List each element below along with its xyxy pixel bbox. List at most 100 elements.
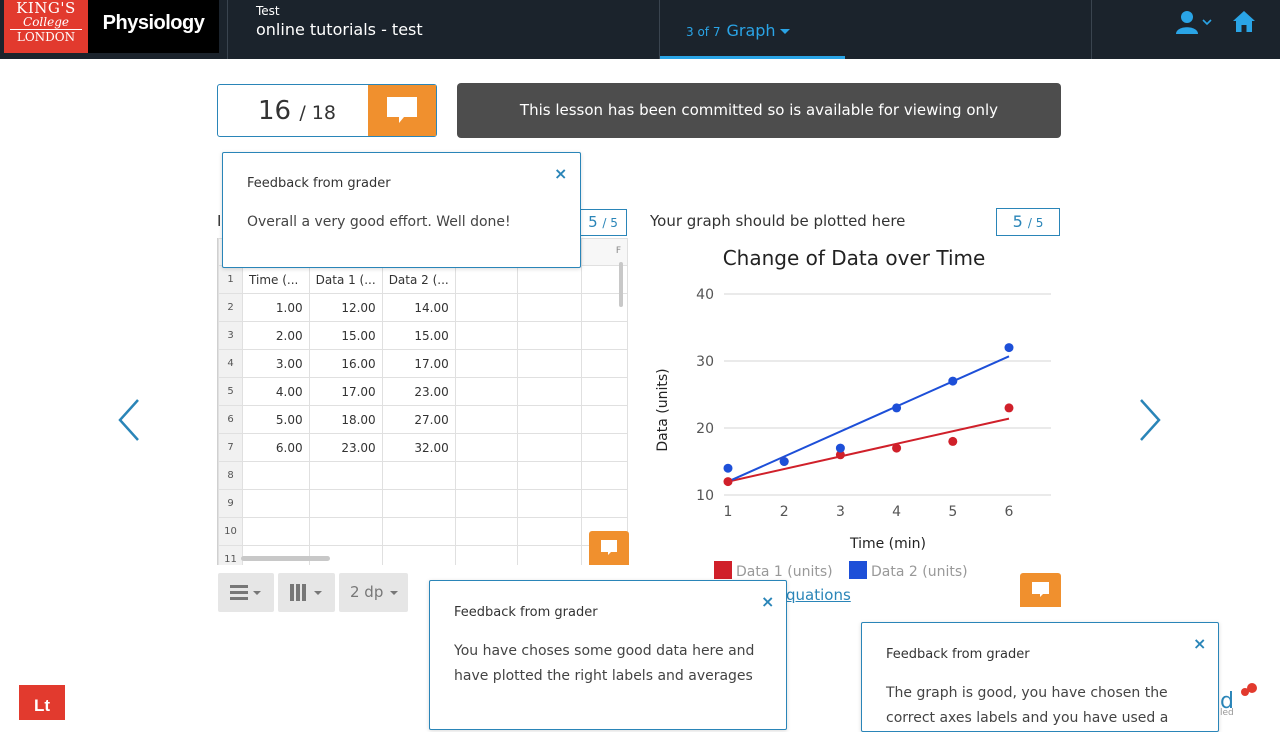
chart-grid <box>724 293 1051 496</box>
table-row: 8 <box>218 461 628 490</box>
cell[interactable]: 3.00 <box>242 349 310 378</box>
lesson-dropdown[interactable]: 3 of 7 Graph <box>686 21 790 40</box>
cell[interactable] <box>517 433 582 462</box>
cell[interactable]: 15.00 <box>308 321 383 350</box>
data-point <box>779 457 789 466</box>
cell[interactable] <box>454 405 519 434</box>
cell[interactable] <box>580 349 628 378</box>
cell[interactable] <box>454 517 519 546</box>
cell[interactable] <box>580 489 628 518</box>
cell[interactable]: 12.00 <box>308 293 383 322</box>
previous-slide-button[interactable] <box>116 398 142 442</box>
cell[interactable] <box>454 349 519 378</box>
cell[interactable]: 6.00 <box>242 433 310 462</box>
cell[interactable] <box>517 489 582 518</box>
cell[interactable] <box>517 265 582 294</box>
cell[interactable] <box>454 377 519 406</box>
feedback-body: Overall a very good effort. Well done! <box>247 214 511 230</box>
cell[interactable] <box>454 461 519 490</box>
cell[interactable] <box>242 489 310 518</box>
chart-title: Change of Data over Time <box>723 246 986 270</box>
cell[interactable]: 14.00 <box>381 293 456 322</box>
overall-feedback-button[interactable] <box>368 85 436 136</box>
home-button[interactable] <box>1231 9 1257 35</box>
cell[interactable] <box>381 517 456 546</box>
cell[interactable] <box>517 405 582 434</box>
data-point <box>948 436 958 446</box>
cell[interactable] <box>454 489 519 518</box>
legend-swatch <box>849 561 867 579</box>
decimal-places-dropdown[interactable]: 2 dp <box>339 573 408 612</box>
horizontal-scrollbar[interactable] <box>241 556 330 561</box>
cell[interactable]: 17.00 <box>381 349 456 378</box>
columns-menu-button[interactable] <box>278 573 335 612</box>
cell[interactable]: 23.00 <box>308 433 383 462</box>
cell[interactable]: 4.00 <box>242 377 310 406</box>
row-number: 6 <box>218 405 244 434</box>
table-row: 6 5.00 18.00 27.00 <box>218 405 628 434</box>
cell[interactable] <box>242 517 310 546</box>
cell[interactable] <box>580 433 628 462</box>
cell[interactable] <box>308 461 383 490</box>
cell[interactable] <box>242 461 310 490</box>
data-point <box>835 443 845 453</box>
header-cell[interactable]: Data 2 (... <box>381 265 456 294</box>
cell[interactable] <box>517 461 582 490</box>
feedback-line: correct axes labels and you have used a <box>886 710 1169 726</box>
table-row: 9 <box>218 489 628 518</box>
cell[interactable]: 18.00 <box>308 405 383 434</box>
caret-down-icon <box>390 590 399 595</box>
lt-logo[interactable]: Lt <box>19 685 65 720</box>
vertical-scrollbar[interactable] <box>619 262 623 307</box>
cell[interactable] <box>381 461 456 490</box>
close-icon[interactable]: × <box>554 166 567 182</box>
user-menu-button[interactable] <box>1176 10 1216 36</box>
cell[interactable] <box>517 545 582 565</box>
cell[interactable] <box>454 545 519 565</box>
equations-link[interactable]: quations <box>786 586 851 604</box>
kings-college-logo[interactable]: KING'S College LONDON <box>4 0 88 53</box>
cell[interactable] <box>517 293 582 322</box>
y-axis-ticks: 10 20 30 40 <box>696 287 714 504</box>
cell[interactable] <box>580 461 628 490</box>
subject-title[interactable]: Physiology <box>88 0 219 53</box>
data-point <box>723 477 733 487</box>
cell[interactable]: 17.00 <box>308 377 383 406</box>
cell[interactable] <box>517 377 582 406</box>
cell[interactable] <box>517 349 582 378</box>
data-feedback-button[interactable] <box>589 531 629 565</box>
header-cell[interactable]: Data 1 (... <box>308 265 383 294</box>
graph-feedback-button[interactable] <box>1020 573 1061 607</box>
cell[interactable] <box>517 321 582 350</box>
y-tick-label: 20 <box>696 421 714 437</box>
row-number: 5 <box>218 377 244 406</box>
cell[interactable] <box>381 545 456 565</box>
header-cell[interactable]: Time (... <box>242 265 310 294</box>
table-row: 2 1.00 12.00 14.00 <box>218 293 628 322</box>
cell[interactable] <box>308 517 383 546</box>
cell[interactable] <box>517 517 582 546</box>
cell[interactable] <box>454 433 519 462</box>
cell[interactable] <box>381 489 456 518</box>
cell[interactable]: 32.00 <box>381 433 456 462</box>
close-icon[interactable]: × <box>761 594 774 610</box>
cell[interactable]: 15.00 <box>381 321 456 350</box>
cell[interactable] <box>454 293 519 322</box>
cell[interactable]: 5.00 <box>242 405 310 434</box>
cell[interactable] <box>454 265 519 294</box>
cell[interactable] <box>580 405 628 434</box>
cell[interactable]: 1.00 <box>242 293 310 322</box>
left-score-value: 5 <box>588 213 598 231</box>
cell[interactable]: 16.00 <box>308 349 383 378</box>
rows-menu-button[interactable] <box>218 573 274 612</box>
cell[interactable]: 27.00 <box>381 405 456 434</box>
cell[interactable]: 2.00 <box>242 321 310 350</box>
cell[interactable] <box>580 377 628 406</box>
spreadsheet[interactable]: F 1 Time (... Data 1 (... Data 2 (... 2 … <box>217 238 628 565</box>
cell[interactable] <box>308 489 383 518</box>
cell[interactable]: 23.00 <box>381 377 456 406</box>
next-slide-button[interactable] <box>1137 398 1163 442</box>
cell[interactable] <box>454 321 519 350</box>
cell[interactable] <box>580 321 628 350</box>
close-icon[interactable]: × <box>1193 636 1206 652</box>
